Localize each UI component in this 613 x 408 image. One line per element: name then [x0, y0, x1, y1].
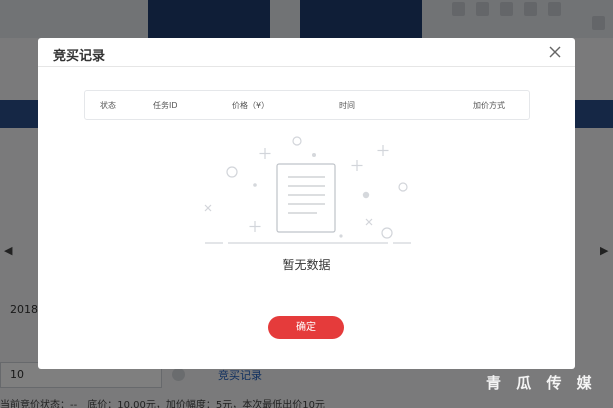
close-icon[interactable] — [548, 45, 562, 59]
empty-document-icon — [201, 133, 415, 253]
bid-record-modal: 竞买记录 状态 任务ID 价格（¥） 时间 加价方式 暂无数据 确定 — [38, 38, 575, 369]
watermark-logo-text: 青 瓜 传 媒 — [486, 374, 597, 392]
modal-title: 竞买记录 — [53, 49, 106, 64]
column-header-task-id: 任务ID — [153, 101, 178, 110]
confirm-button[interactable]: 确定 — [268, 316, 344, 339]
column-header-time: 时间 — [339, 101, 355, 110]
empty-state-text: 暂无数据 — [282, 258, 331, 272]
column-header-status: 状态 — [100, 101, 116, 110]
record-table-header: 状态 任务ID 价格（¥） 时间 加价方式 — [84, 90, 530, 120]
modal-header: 竞买记录 — [38, 38, 575, 67]
column-header-price: 价格（¥） — [232, 101, 270, 110]
column-header-bid-method: 加价方式 — [473, 101, 505, 110]
